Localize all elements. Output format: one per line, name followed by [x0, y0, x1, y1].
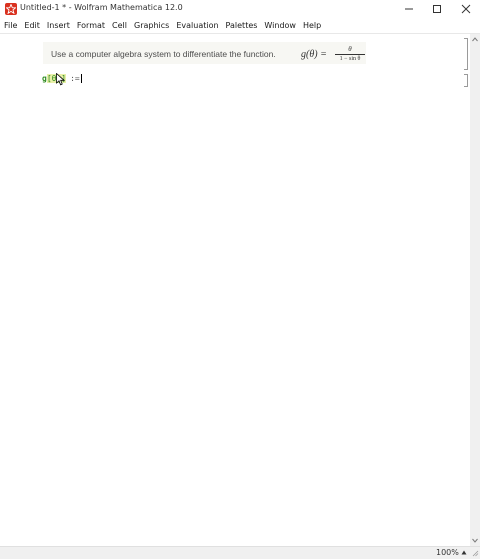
resize-grip-icon[interactable]	[471, 549, 479, 557]
menu-format[interactable]: Format	[73, 21, 108, 30]
formula-lhs: g(θ) =	[301, 49, 327, 60]
formula-numerator: θ	[348, 45, 352, 53]
text-cell-bracket[interactable]	[464, 38, 468, 70]
menu-insert[interactable]: Insert	[43, 21, 73, 30]
minimize-icon	[405, 8, 413, 10]
text-cursor	[80, 74, 82, 83]
menu-evaluation[interactable]: Evaluation	[172, 21, 221, 30]
menu-palettes[interactable]: Palettes	[222, 21, 261, 30]
menu-file[interactable]: File	[0, 21, 20, 30]
menu-window[interactable]: Window	[260, 21, 299, 30]
vertical-scrollbar[interactable]	[470, 34, 480, 546]
close-icon	[461, 4, 471, 14]
maximize-icon	[433, 5, 441, 13]
mathematica-icon[interactable]	[5, 3, 17, 15]
zoom-level[interactable]: 100%	[436, 548, 459, 557]
input-operator: :=	[70, 74, 80, 83]
menu-graphics[interactable]: Graphics	[130, 21, 172, 30]
minimize-button[interactable]	[395, 0, 423, 18]
formula-denominator: 1 − sin θ	[339, 56, 361, 62]
mouse-pointer-icon	[56, 73, 65, 86]
maximize-button[interactable]	[423, 0, 451, 18]
scroll-up-icon[interactable]	[472, 37, 478, 42]
window-title: Untitled-1 * - Wolfram Mathematica 12.0	[20, 3, 183, 12]
text-cell[interactable]: Use a computer algebra system to differe…	[43, 42, 366, 64]
status-bar: 100%	[0, 546, 480, 559]
notebook-area[interactable]: Use a computer algebra system to differe…	[0, 34, 470, 546]
scroll-down-icon[interactable]	[472, 538, 478, 543]
menu-help[interactable]: Help	[299, 21, 324, 30]
menu-cell[interactable]: Cell	[108, 21, 130, 30]
zoom-menu-icon[interactable]	[461, 550, 467, 555]
fraction-bar	[335, 54, 365, 55]
menu-edit[interactable]: Edit	[20, 21, 43, 30]
input-cell-bracket[interactable]	[464, 74, 468, 87]
close-button[interactable]	[452, 0, 480, 18]
formula-fraction: θ 1 − sin θ	[335, 45, 365, 63]
text-cell-content: Use a computer algebra system to differe…	[51, 49, 276, 59]
title-bar: Untitled-1 * - Wolfram Mathematica 12.0	[0, 0, 480, 18]
menu-bar: File Edit Insert Format Cell Graphics Ev…	[0, 18, 480, 34]
